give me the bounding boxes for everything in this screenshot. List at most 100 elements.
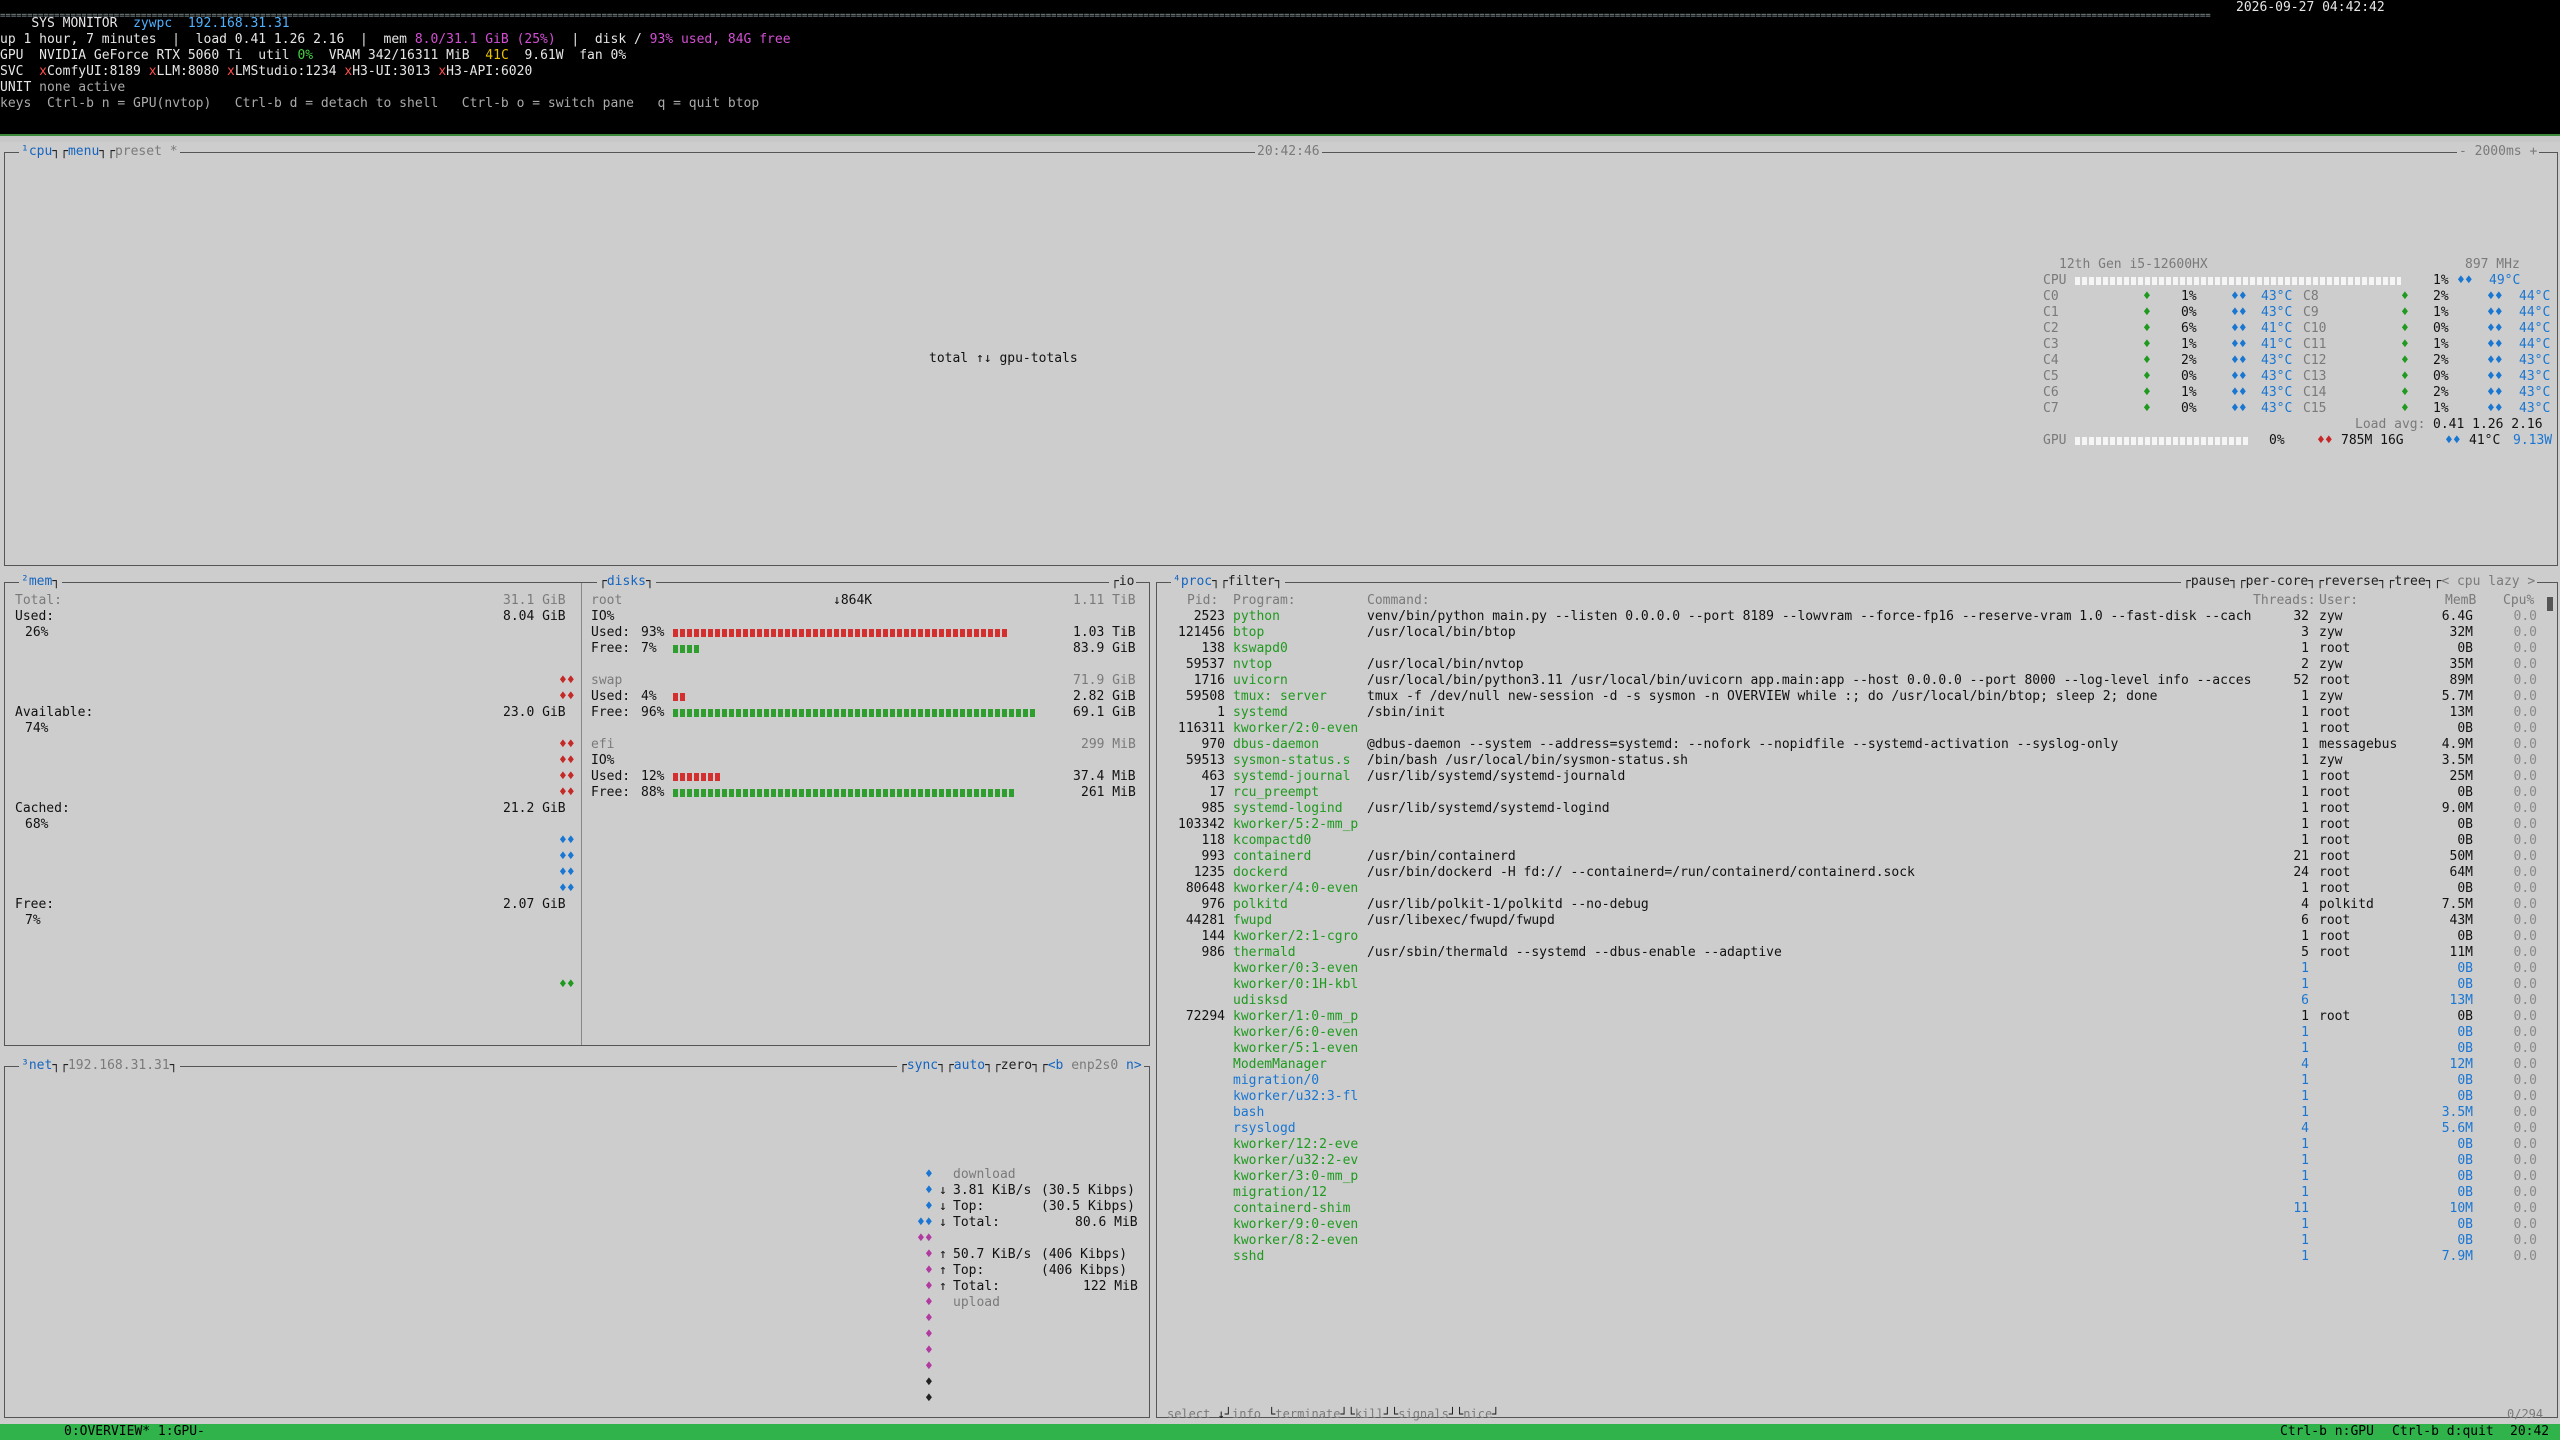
core-temp: 44°C <box>2519 337 2551 352</box>
table-row[interactable]: kworker/u32:2-ev 1 0B 0.0 <box>1157 1153 2553 1169</box>
proc-pause-toggle[interactable]: pause <box>2191 574 2230 589</box>
table-row[interactable]: 116311 kworker/2:0-even 1 root 0B 0.0 <box>1157 721 2553 737</box>
cpu-graph-label: total ↑↓ gpu-totals <box>929 351 1078 366</box>
net-zero-toggle[interactable]: zero <box>1001 1058 1032 1073</box>
proc-tree-toggle[interactable]: tree <box>2394 574 2425 589</box>
net-prev-iface[interactable]: <b <box>1048 1058 1064 1073</box>
table-row[interactable]: 118 kcompactd0 1 root 0B 0.0 <box>1157 833 2553 849</box>
table-row[interactable]: kworker/12:2-eve 1 0B 0.0 <box>1157 1137 2553 1153</box>
gpu-util-bar <box>2075 437 2249 445</box>
table-row[interactable]: 993 containerd/usr/bin/containerd 21 root 50… <box>1157 849 2553 865</box>
table-row[interactable]: 2523 python venv/bin/python main.py --list… <box>1157 609 2553 625</box>
table-row[interactable]: migration/12 1 0B 0.0 <box>1157 1185 2553 1201</box>
table-row[interactable]: rsyslogd 4 5.6M 0.0 <box>1157 1121 2553 1137</box>
table-row[interactable]: 970 dbus-daemon @dbus-daemon --system --ad… <box>1157 737 2553 753</box>
proc-select-button[interactable]: select <box>1167 1407 1210 1421</box>
table-row[interactable]: 1716 uvicorn/usr/local/bin/python3.11 /us… <box>1157 673 2553 689</box>
proc-info-button[interactable]: info <box>1232 1407 1261 1421</box>
core-temp: 43°C <box>2261 353 2293 368</box>
tab-io[interactable]: io <box>1119 574 1135 589</box>
core-temp-spark: ♦♦ <box>2231 337 2247 352</box>
proc-signals-button[interactable]: signals <box>1398 1407 1449 1421</box>
proc-program: kswapd0 <box>1233 641 1288 656</box>
table-row[interactable]: 59537 nvtop/usr/local/bin/nvtop 2 zyw 35M 0.0 <box>1157 657 2553 673</box>
tab-mem[interactable]: ²mem <box>21 574 52 589</box>
proc-threads: 1 <box>2301 737 2309 752</box>
cpu-refresh-control[interactable]: - 2000ms + <box>2457 144 2540 160</box>
tab-disks[interactable]: disks <box>607 574 646 589</box>
core-temp-spark: ♦♦ <box>2231 353 2247 368</box>
table-row[interactable]: 138 kswapd0 1 root 0B 0.0 <box>1157 641 2553 657</box>
table-row[interactable]: 986 thermald/usr/sbin/thermald --systemd … <box>1157 945 2553 961</box>
process-list[interactable]: 2523 python venv/bin/python main.py --list… <box>1157 609 2553 1379</box>
table-row[interactable]: bash 1 3.5M 0.0 <box>1157 1105 2553 1121</box>
table-row[interactable]: kworker/9:0-even 1 0B 0.0 <box>1157 1217 2553 1233</box>
proc-pid: 970 <box>1201 737 1225 752</box>
net-spark-mark: ♦ <box>925 1167 933 1182</box>
table-row[interactable]: kworker/8:2-even 1 0B 0.0 <box>1157 1233 2553 1249</box>
table-row[interactable]: 976 polkitd/usr/lib/polkit-1/polkitd --no… <box>1157 897 2553 913</box>
table-row[interactable]: migration/0 1 0B 0.0 <box>1157 1073 2553 1089</box>
proc-kill-button[interactable]: kill <box>1355 1407 1384 1421</box>
proc-threads: 1 <box>2301 1153 2309 1168</box>
tmux-windows[interactable]: 0:OVERVIEW* 1:GPU- <box>64 1424 205 1440</box>
col-command[interactable]: Command: <box>1367 593 1430 609</box>
core-temp: 43°C <box>2519 385 2551 400</box>
proc-reverse-toggle[interactable]: reverse <box>2324 574 2379 589</box>
proc-sort-selector[interactable]: < cpu lazy > <box>2441 574 2535 589</box>
table-row[interactable]: 103342 kworker/5:2-mm_p 1 root 0B 0.0 <box>1157 817 2553 833</box>
proc-nice-button[interactable]: nice <box>1463 1407 1492 1421</box>
col-user[interactable]: User: <box>2319 593 2358 609</box>
proc-filter[interactable]: filter <box>1228 574 1275 589</box>
table-row[interactable]: 463 systemd-journal/usr/lib/systemd/syste… <box>1157 769 2553 785</box>
table-row[interactable]: 985 systemd-logind/usr/lib/systemd/system… <box>1157 801 2553 817</box>
tab-menu[interactable]: menu <box>68 144 99 159</box>
table-row[interactable]: 144 kworker/2:1-cgro 1 root 0B 0.0 <box>1157 929 2553 945</box>
table-row[interactable]: 59508 tmux: server tmux -f /dev/null new-s… <box>1157 689 2553 705</box>
tab-proc[interactable]: ⁴proc <box>1173 574 1212 589</box>
table-row[interactable]: containerd-shim 11 10M 0.0 <box>1157 1201 2553 1217</box>
table-row[interactable]: 1 systemd/sbin/init 1 root 13M 0.0 <box>1157 705 2553 721</box>
proc-terminate-button[interactable]: terminate <box>1275 1407 1340 1421</box>
net-sync-toggle[interactable]: sync <box>907 1058 938 1073</box>
table-row[interactable]: udisksd 6 13M 0.0 <box>1157 993 2553 1009</box>
mem-available-graph: ♦♦ <box>559 753 575 768</box>
table-row[interactable]: kworker/3:0-mm_p 1 0B 0.0 <box>1157 1169 2553 1185</box>
net-next-iface[interactable]: n> <box>1126 1058 1142 1073</box>
table-row[interactable]: kworker/0:1H-kbl 1 0B 0.0 <box>1157 977 2553 993</box>
table-row[interactable]: 17 rcu_preempt 1 root 0B 0.0 <box>1157 785 2553 801</box>
col-pid[interactable]: Pid: <box>1187 593 1218 609</box>
table-row[interactable]: ModemManager 4 12M 0.0 <box>1157 1057 2553 1073</box>
table-row[interactable]: kworker/u32:3-fl 1 0B 0.0 <box>1157 1089 2553 1105</box>
proc-percore-toggle[interactable]: per-core <box>2246 574 2309 589</box>
table-row[interactable]: kworker/6:0-even 1 0B 0.0 <box>1157 1025 2553 1041</box>
table-row[interactable]: 72294 kworker/1:0-mm_p 1 root 0B 0.0 <box>1157 1009 2553 1025</box>
col-cpu[interactable]: Cpu% <box>2503 593 2534 609</box>
tab-net[interactable]: ³net <box>21 1058 52 1073</box>
proc-mem: 0B <box>2457 1025 2473 1040</box>
table-row[interactable]: 1235 dockerd/usr/bin/dockerd -H fd:// --c… <box>1157 865 2553 881</box>
col-program[interactable]: Program: <box>1233 593 1296 609</box>
table-row[interactable]: 44281 fwupd/usr/libexec/fwupd/fwupd 6 root 4… <box>1157 913 2553 929</box>
disk-io-rate: ↓864K <box>833 593 873 608</box>
table-row[interactable]: 59513 sysmon-status.s/bin/bash /usr/local… <box>1157 753 2553 769</box>
table-row[interactable]: 80648 kworker/4:0-even 1 root 0B 0.0 <box>1157 881 2553 897</box>
proc-command: /usr/sbin/thermald --systemd --dbus-enab… <box>1367 945 1782 960</box>
proc-program: kworker/0:1H-kbl <box>1233 977 1359 992</box>
io-pane-title: ┌io <box>1109 574 1137 590</box>
table-row[interactable]: kworker/0:3-even 1 0B 0.0 <box>1157 961 2553 977</box>
table-row[interactable]: kworker/5:1-even 1 0B 0.0 <box>1157 1041 2553 1057</box>
proc-mem: 12M <box>2449 1057 2473 1072</box>
table-row[interactable]: 121456 btop/usr/local/bin/btop 3 zyw 32M 0.0 <box>1157 625 2553 641</box>
net-dl-top-label: Top: <box>953 1199 985 1214</box>
net-auto-toggle[interactable]: auto <box>954 1058 985 1073</box>
tab-preset[interactable]: preset * <box>115 144 178 159</box>
col-mem[interactable]: MemB <box>2445 593 2476 609</box>
col-threads[interactable]: Threads: <box>2253 593 2316 609</box>
table-row[interactable]: sshd 1 7.9M 0.0 <box>1157 1249 2553 1265</box>
proc-user: zyw <box>2319 609 2343 624</box>
proc-footer: select ↓┘info └terminate┘└kill┘└signals┘… <box>1167 1407 1500 1421</box>
proc-scrollbar[interactable] <box>2547 597 2553 611</box>
tab-cpu[interactable]: ¹cpu <box>21 144 52 159</box>
proc-cpu: 0.0 <box>2513 913 2537 928</box>
